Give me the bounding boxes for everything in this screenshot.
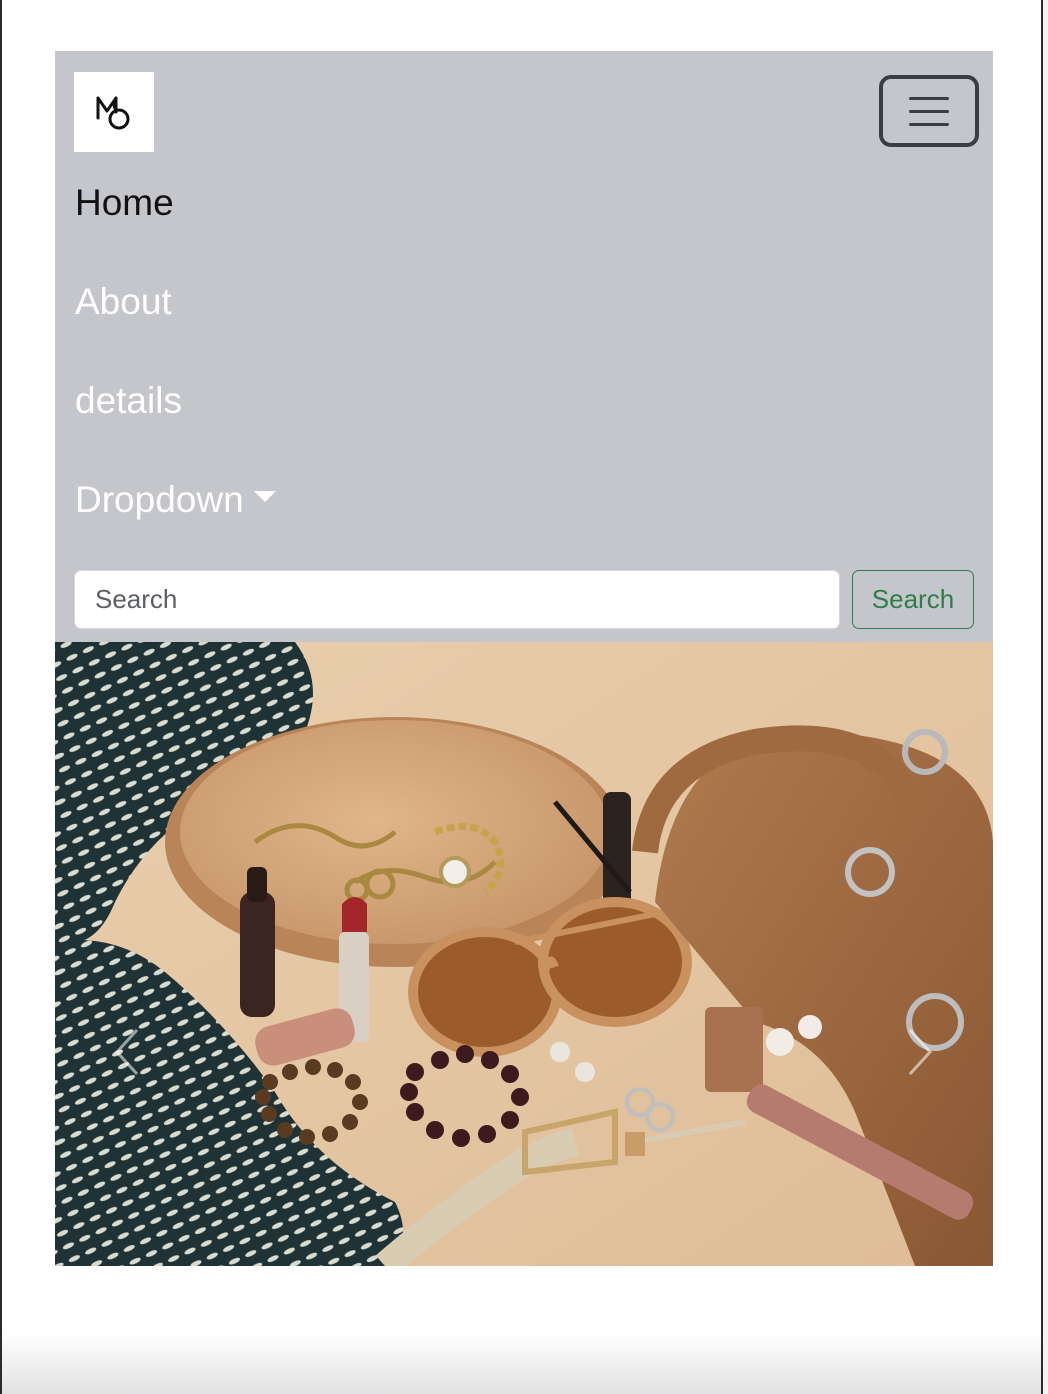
mo-monogram-logo-icon [96,96,130,130]
carousel-hero-image [55,642,993,1266]
hamburger-menu-icon-bar [909,122,949,126]
navbar: Home About details Dropdown Search [55,51,993,642]
nav-dropdown-label: Dropdown [75,479,244,520]
right-gutter [1043,0,1048,1394]
navbar-toggler-button[interactable] [879,75,979,147]
bottom-shadow [2,1334,1041,1394]
browser-viewport: Home About details Dropdown Search [0,0,1043,1394]
caret-down-icon [253,490,276,502]
nav-link-about[interactable]: About [75,280,172,324]
search-input[interactable] [74,570,840,629]
brand-logo[interactable] [74,72,154,152]
nav-link-home[interactable]: Home [75,181,174,225]
search-button[interactable]: Search [852,570,974,629]
nav-link-details[interactable]: details [75,379,182,423]
hamburger-menu-icon-bar [909,109,949,113]
hamburger-menu-icon [909,96,949,100]
nav-dropdown-toggle[interactable]: Dropdown [75,478,276,522]
accessories-flatlay-image [55,642,993,1266]
